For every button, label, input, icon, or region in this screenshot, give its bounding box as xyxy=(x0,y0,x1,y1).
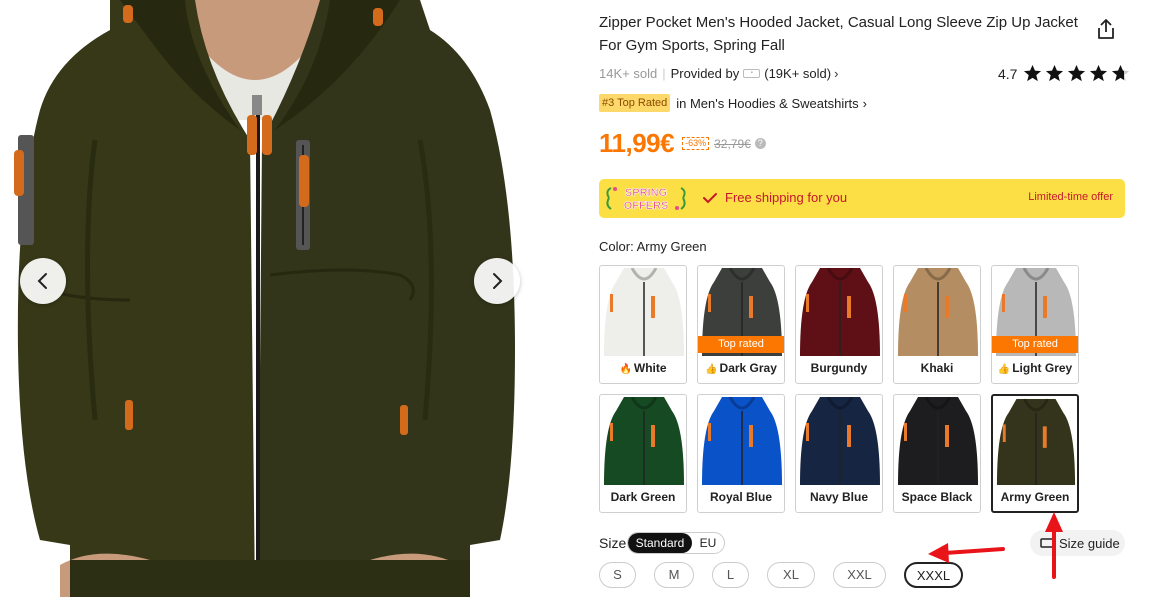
color-option-name: Army Green xyxy=(1000,490,1070,504)
provided-by-label: Provided by xyxy=(670,66,740,81)
shipping-text: Free shipping for you xyxy=(725,190,848,205)
color-thumbnail xyxy=(798,397,882,485)
star-icon xyxy=(1112,64,1130,82)
color-option-khaki[interactable]: Khaki xyxy=(893,265,981,384)
provider-logo-icon: ▪ xyxy=(743,69,761,78)
shipping-info: Free shipping for you xyxy=(703,190,847,205)
star-icon xyxy=(1068,64,1086,82)
size-system-standard[interactable]: Standard xyxy=(628,533,692,553)
price-row: 11,99€ -63% 32,79€ ? xyxy=(599,128,766,159)
rank-badge: #3 Top Rated xyxy=(599,94,671,112)
color-option-name: Burgundy xyxy=(810,361,868,375)
product-title: Zipper Pocket Men's Hooded Jacket, Casua… xyxy=(599,14,1078,54)
chevron-left-icon xyxy=(37,273,47,289)
discount-badge: -63% xyxy=(682,137,710,150)
limited-offer-text: Limited-time offer xyxy=(1028,191,1113,203)
rating-value: 4.7 xyxy=(998,65,1018,82)
star-icon xyxy=(1090,64,1108,82)
rank-category: in Men's Hoodies & Sweatshirts xyxy=(676,95,859,111)
thumbs-up-icon: 👍 xyxy=(705,364,718,375)
color-option-name: 👍 Dark Gray xyxy=(705,361,777,375)
top-rated-badge: Top rated xyxy=(992,336,1078,353)
size-system-toggle: Standard EU xyxy=(627,532,725,554)
size-guide-button[interactable]: Size guide xyxy=(1030,530,1125,556)
share-icon xyxy=(1098,19,1114,39)
sales-meta: 14K+ sold | Provided by ▪ (19K+ sold) › xyxy=(599,66,838,81)
color-thumbnail xyxy=(602,268,686,356)
color-option-name: 👍 Light Grey xyxy=(997,361,1073,375)
color-option-name: Space Black xyxy=(901,490,973,504)
product-image-gallery xyxy=(0,0,541,597)
share-button[interactable] xyxy=(1096,18,1118,40)
size-option-m[interactable]: M xyxy=(654,562,694,588)
color-option-burgundy[interactable]: Burgundy xyxy=(795,265,883,384)
rank-row[interactable]: #3 Top Rated in Men's Hoodies & Sweatshi… xyxy=(599,94,867,112)
gallery-next-button[interactable] xyxy=(474,258,520,304)
ruler-icon xyxy=(1040,538,1054,548)
color-option-name: Dark Green xyxy=(610,490,676,504)
rating-stars xyxy=(1023,64,1130,83)
color-option-light-grey[interactable]: Top rated 👍 Light Grey xyxy=(991,265,1079,384)
color-thumbnail xyxy=(896,268,980,356)
color-thumbnail xyxy=(995,398,1077,485)
promo-banner[interactable]: SPRING OFFERS Free shipping for you Limi… xyxy=(599,179,1125,218)
size-option-xxxl[interactable]: XXXL xyxy=(904,562,963,588)
size-options: S M L XL XXL XXXL xyxy=(599,562,963,588)
chevron-right-icon: › xyxy=(862,95,867,111)
logo-line2: OFFERS xyxy=(624,200,669,212)
size-option-xl[interactable]: XL xyxy=(767,562,815,588)
color-option-dark-green[interactable]: Dark Green xyxy=(599,394,687,513)
color-option-dark-gray[interactable]: Top rated 👍 Dark Gray xyxy=(697,265,785,384)
color-option-name: 🔥 White xyxy=(619,361,667,375)
spring-offers-logo: SPRING OFFERS xyxy=(606,187,686,212)
product-details: Zipper Pocket Men's Hooded Jacket, Casua… xyxy=(599,0,1130,597)
size-guide-label: Size guide xyxy=(1059,535,1120,551)
star-icon xyxy=(1046,64,1064,82)
color-thumbnail xyxy=(896,397,980,485)
logo-line1: SPRING xyxy=(625,187,667,199)
size-option-l[interactable]: L xyxy=(712,562,749,588)
size-row: Size Standard EU Size guide xyxy=(599,530,1125,556)
color-thumbnail xyxy=(602,397,686,485)
size-option-xxl[interactable]: XXL xyxy=(833,562,886,588)
size-option-s[interactable]: S xyxy=(599,562,636,588)
chevron-right-icon xyxy=(493,273,503,289)
size-system-eu[interactable]: EU xyxy=(692,533,724,553)
flame-icon: 🔥 xyxy=(619,364,632,375)
color-option-navy-blue[interactable]: Navy Blue xyxy=(795,394,883,513)
product-photo xyxy=(0,0,541,597)
gallery-prev-button[interactable] xyxy=(20,258,66,304)
chevron-right-icon[interactable]: › xyxy=(834,66,838,81)
color-thumbnail xyxy=(700,397,784,485)
help-icon[interactable]: ? xyxy=(754,138,766,149)
top-rated-badge: Top rated xyxy=(698,336,784,353)
color-option-royal-blue[interactable]: Royal Blue xyxy=(697,394,785,513)
color-option-name: Khaki xyxy=(920,361,954,375)
size-label: Size xyxy=(599,535,627,551)
thumbs-up-icon: 👍 xyxy=(997,364,1011,375)
color-option-army-green[interactable]: Army Green xyxy=(991,394,1079,513)
color-option-white[interactable]: 🔥 White xyxy=(599,265,687,384)
color-option-name: Royal Blue xyxy=(709,490,772,504)
original-price: 32,79€ xyxy=(714,136,751,151)
color-option-name: Navy Blue xyxy=(809,490,869,504)
meta-separator: | xyxy=(662,66,666,81)
provider-sold-count[interactable]: (19K+ sold) xyxy=(764,66,831,81)
rating[interactable]: 4.7 xyxy=(998,64,1130,83)
check-icon xyxy=(703,192,717,203)
current-price: 11,99€ xyxy=(599,128,675,158)
sold-count: 14K+ sold xyxy=(599,66,658,81)
color-label: Color: Army Green xyxy=(599,239,707,254)
color-thumbnail xyxy=(798,268,882,356)
star-icon xyxy=(1024,64,1042,82)
color-option-space-black[interactable]: Space Black xyxy=(893,394,981,513)
